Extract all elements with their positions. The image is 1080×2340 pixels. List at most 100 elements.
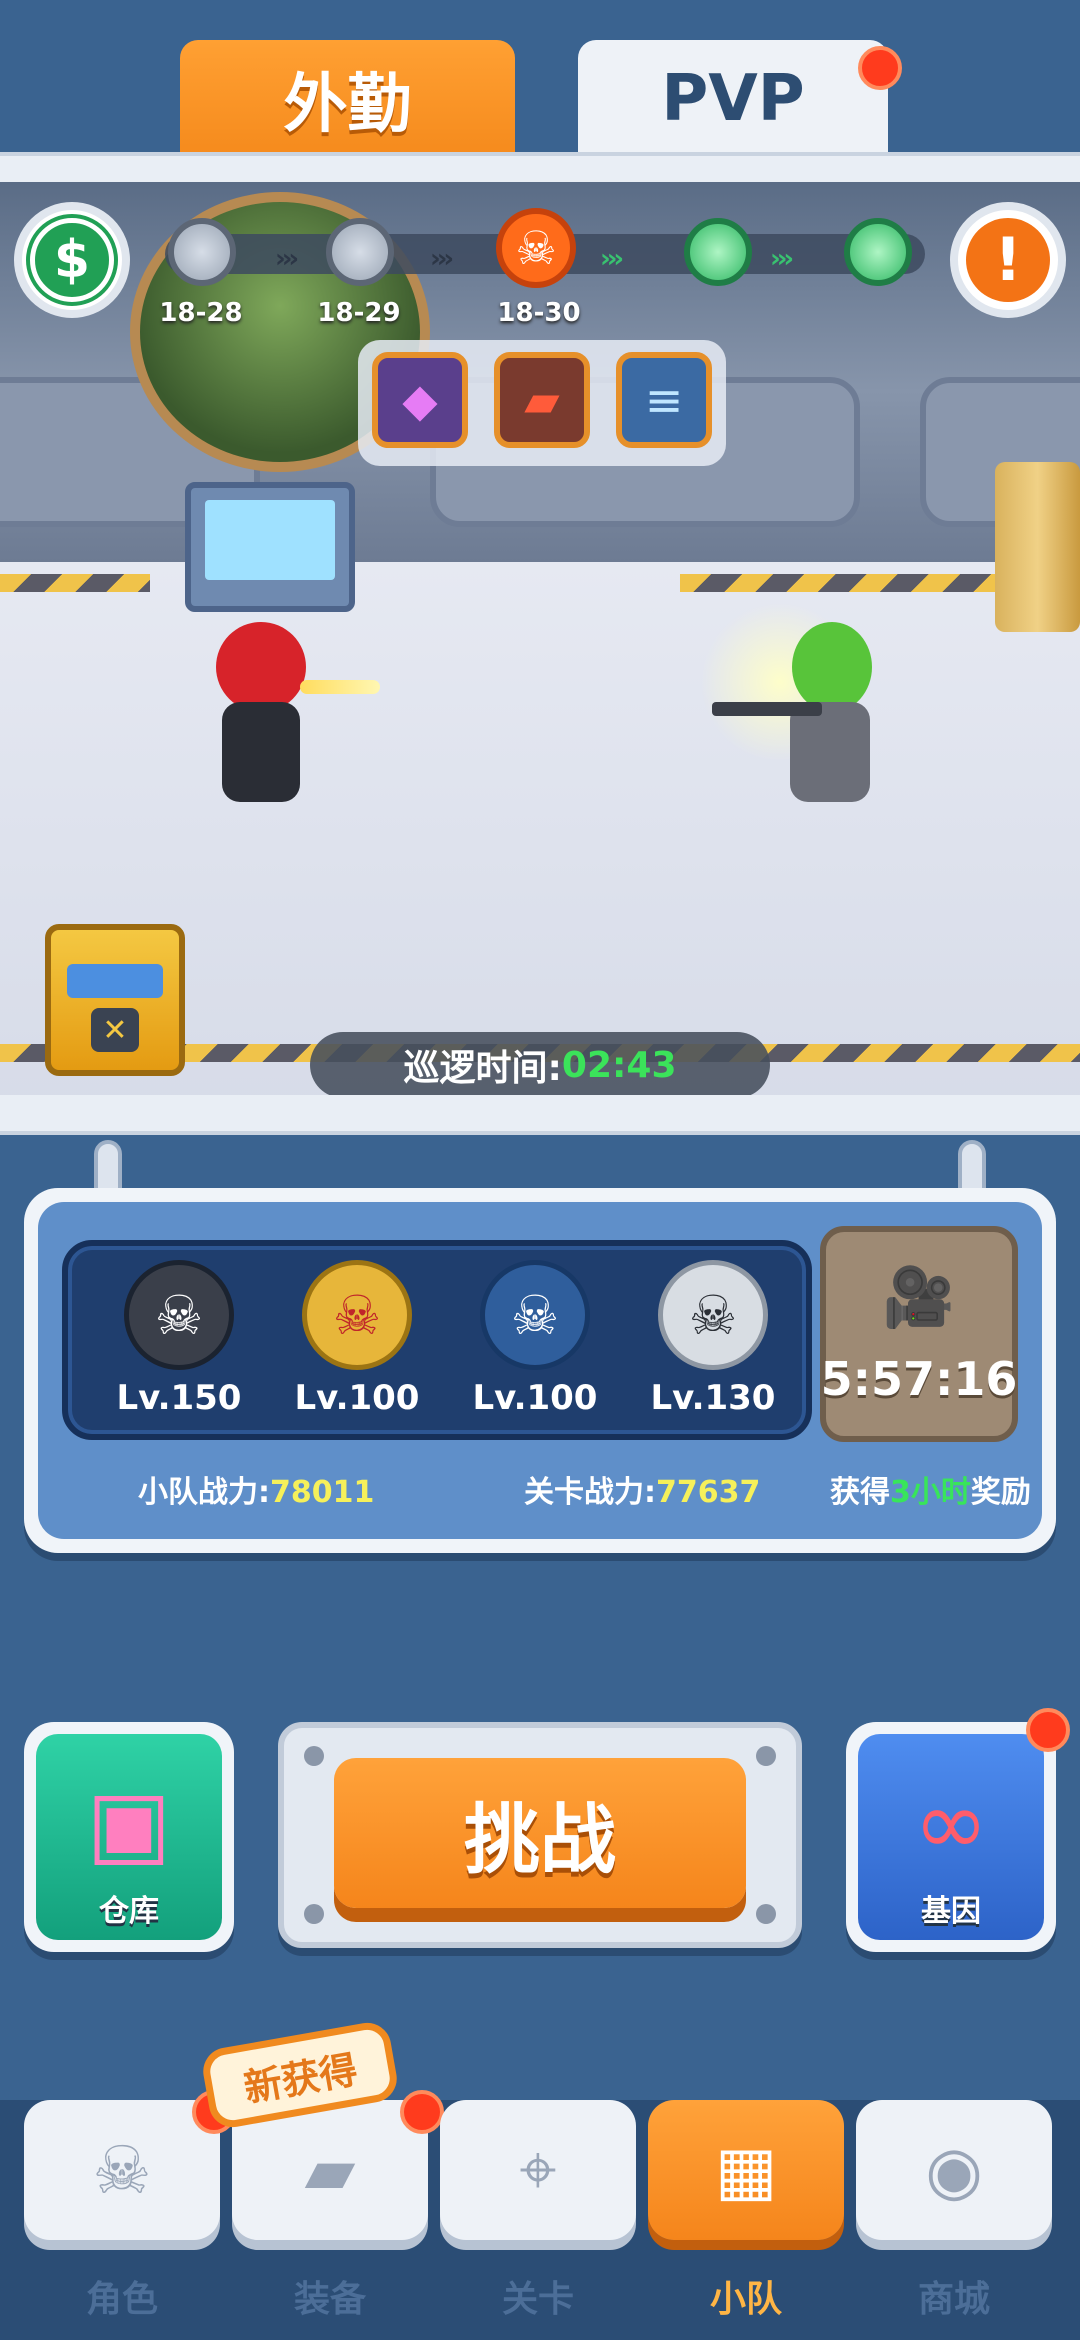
squad-panel: ☠ Lv.150 ☠ Lv.100 ☠ Lv.100 ☠ Lv.130 🎥 5:… bbox=[24, 1188, 1056, 1553]
dollar-icon: $ bbox=[26, 214, 118, 306]
squad-power: 小队战力:78011 bbox=[138, 1467, 374, 1511]
gene-tile: ∞ 基因 bbox=[858, 1734, 1044, 1940]
member-level: Lv.100 bbox=[472, 1378, 598, 1418]
video-camera-icon: 🎥 bbox=[882, 1262, 956, 1331]
stage-node-cleared bbox=[168, 218, 236, 286]
screw bbox=[304, 1746, 324, 1766]
pvp-notification-dot bbox=[858, 46, 902, 90]
nav-label: 角色 bbox=[85, 2279, 158, 2320]
challenge-frame: 挑战 bbox=[278, 1722, 802, 1948]
challenge-button[interactable]: 挑战 bbox=[334, 1758, 746, 1908]
progress-chevrons: ››› bbox=[430, 244, 454, 274]
skull-avatar-icon: ☠ bbox=[124, 1260, 234, 1370]
reward-hours: 3小时 bbox=[890, 1475, 971, 1510]
weapon-card-icon[interactable]: ▰ bbox=[494, 352, 590, 448]
chest-lock-icon: ✕ bbox=[91, 1008, 139, 1052]
nav-item-equipment[interactable]: ▰ 装备 bbox=[232, 2090, 444, 2340]
stage-power-label: 关卡战力: bbox=[524, 1475, 656, 1510]
nav-item-shop[interactable]: ◉ 商城 bbox=[856, 2100, 1052, 2340]
squad-member[interactable]: ☠ Lv.100 bbox=[452, 1260, 612, 1430]
gene-button[interactable]: ∞ 基因 bbox=[846, 1708, 1070, 1952]
squad-nav-icon: ▦ bbox=[648, 2100, 844, 2240]
skull-nav-icon: ☠ bbox=[24, 2100, 220, 2240]
gas-tanks bbox=[995, 462, 1080, 632]
challenge-label: 挑战 bbox=[464, 1795, 616, 1884]
member-level: Lv.100 bbox=[294, 1378, 420, 1418]
stage-label: 18-29 bbox=[317, 298, 401, 328]
squad-member[interactable]: ☠ Lv.150 bbox=[96, 1260, 256, 1430]
screw bbox=[756, 1904, 776, 1924]
patrol-time: 02:43 bbox=[561, 1044, 677, 1086]
gene-notification-dot bbox=[1026, 1708, 1070, 1752]
bullet-tracer bbox=[300, 680, 380, 694]
screw bbox=[304, 1904, 324, 1924]
screw bbox=[756, 1746, 776, 1766]
member-level: Lv.130 bbox=[650, 1378, 776, 1418]
scene-top-frame bbox=[0, 152, 1080, 182]
reward-hint: 获得3小时奖励 bbox=[830, 1467, 1031, 1511]
warehouse-button[interactable]: ▣ 仓库 bbox=[24, 1722, 234, 1952]
squad-power-value: 78011 bbox=[270, 1475, 375, 1510]
reward-suffix: 奖励 bbox=[970, 1475, 1031, 1510]
tab-pvp[interactable]: PVP bbox=[578, 40, 902, 158]
video-reward-timer: 5:57:16 bbox=[820, 1351, 1018, 1406]
squad-power-label: 小队战力: bbox=[138, 1475, 270, 1510]
nav-label: 装备 bbox=[293, 2279, 366, 2320]
battle-scene: ››› ››› ››› ››› 18-28 18-29 ☠ 18-30 $ ! … bbox=[0, 182, 1080, 1130]
top-tab-bar: 外勤 PVP bbox=[0, 0, 1080, 175]
nav-item-stage[interactable]: ⌖ 关卡 bbox=[440, 2100, 636, 2340]
stage-label: 18-28 bbox=[159, 298, 243, 328]
bottom-nav: ☠ 角色 ▰ 装备 ⌖ 关卡 ▦ 小队 ◉ 商城 bbox=[0, 2090, 1080, 2340]
cash-button[interactable]: $ bbox=[14, 202, 130, 318]
tab-pvp-label: PVP bbox=[661, 62, 805, 136]
gene-label: 基因 bbox=[921, 1894, 981, 1929]
shop-nav-icon: ◉ bbox=[856, 2100, 1052, 2240]
nav-label: 商城 bbox=[917, 2279, 990, 2320]
squad-member[interactable]: ☠ Lv.100 bbox=[274, 1260, 434, 1430]
new-item-badge-label: 新获得 bbox=[240, 2046, 361, 2111]
hazard-stripe bbox=[0, 574, 150, 592]
skull-avatar-icon: ☠ bbox=[658, 1260, 768, 1370]
map-nav-icon: ⌖ bbox=[440, 2100, 636, 2240]
computer-monitor bbox=[185, 482, 355, 612]
skull-avatar-icon: ☠ bbox=[480, 1260, 590, 1370]
progress-chevrons: ››› bbox=[600, 244, 624, 274]
warehouse-icon: ▣ bbox=[86, 1771, 172, 1876]
warehouse-label: 仓库 bbox=[99, 1894, 159, 1929]
skull-icon: ☠ bbox=[515, 221, 557, 275]
stage-power: 关卡战力:77637 bbox=[524, 1467, 760, 1511]
skull-avatar-icon: ☠ bbox=[302, 1260, 412, 1370]
tab-field-work[interactable]: 外勤 bbox=[180, 40, 515, 158]
blueprint-icon[interactable]: ≡ bbox=[616, 352, 712, 448]
patrol-label: 巡逻时间: bbox=[403, 1048, 562, 1089]
nav-item-character[interactable]: ☠ 角色 bbox=[24, 2090, 236, 2340]
squad-member[interactable]: ☠ Lv.130 bbox=[630, 1260, 790, 1430]
nav-label: 关卡 bbox=[501, 2279, 574, 2320]
patrol-timer: 巡逻时间: 02:43 bbox=[310, 1032, 770, 1098]
warehouse-tile: ▣ 仓库 bbox=[36, 1734, 222, 1940]
enemy-gun bbox=[712, 702, 822, 716]
alert-button[interactable]: ! bbox=[950, 202, 1066, 318]
stage-node-upcoming bbox=[684, 218, 752, 286]
nav-item-squad[interactable]: ▦ 小队 bbox=[648, 2100, 844, 2340]
stage-node-cleared bbox=[326, 218, 394, 286]
boss-stage-node[interactable]: ☠ bbox=[496, 208, 576, 288]
nav-notification-dot bbox=[400, 2090, 444, 2134]
exclamation-icon: ! bbox=[966, 218, 1050, 302]
gem-icon[interactable]: ◆ bbox=[372, 352, 468, 448]
stage-power-value: 77637 bbox=[656, 1475, 761, 1510]
stage-reward-bar: ◆ ▰ ≡ bbox=[358, 340, 726, 466]
video-reward-button[interactable]: 🎥 5:57:16 bbox=[820, 1226, 1018, 1442]
progress-chevrons: ››› bbox=[275, 244, 299, 274]
squad-panel-inner: ☠ Lv.150 ☠ Lv.100 ☠ Lv.100 ☠ Lv.130 🎥 5:… bbox=[38, 1202, 1042, 1539]
dna-icon: ∞ bbox=[913, 1771, 989, 1876]
reward-prefix: 获得 bbox=[830, 1475, 890, 1510]
stage-node-upcoming bbox=[844, 218, 912, 286]
stage-label: 18-30 bbox=[497, 298, 581, 328]
treasure-chest[interactable]: ✕ bbox=[45, 924, 185, 1076]
squad-member-board[interactable]: ☠ Lv.150 ☠ Lv.100 ☠ Lv.100 ☠ Lv.130 bbox=[62, 1240, 812, 1440]
member-level: Lv.150 bbox=[116, 1378, 242, 1418]
scene-bottom-frame bbox=[0, 1095, 1080, 1135]
progress-chevrons: ››› bbox=[770, 244, 794, 274]
nav-label: 小队 bbox=[709, 2279, 782, 2320]
